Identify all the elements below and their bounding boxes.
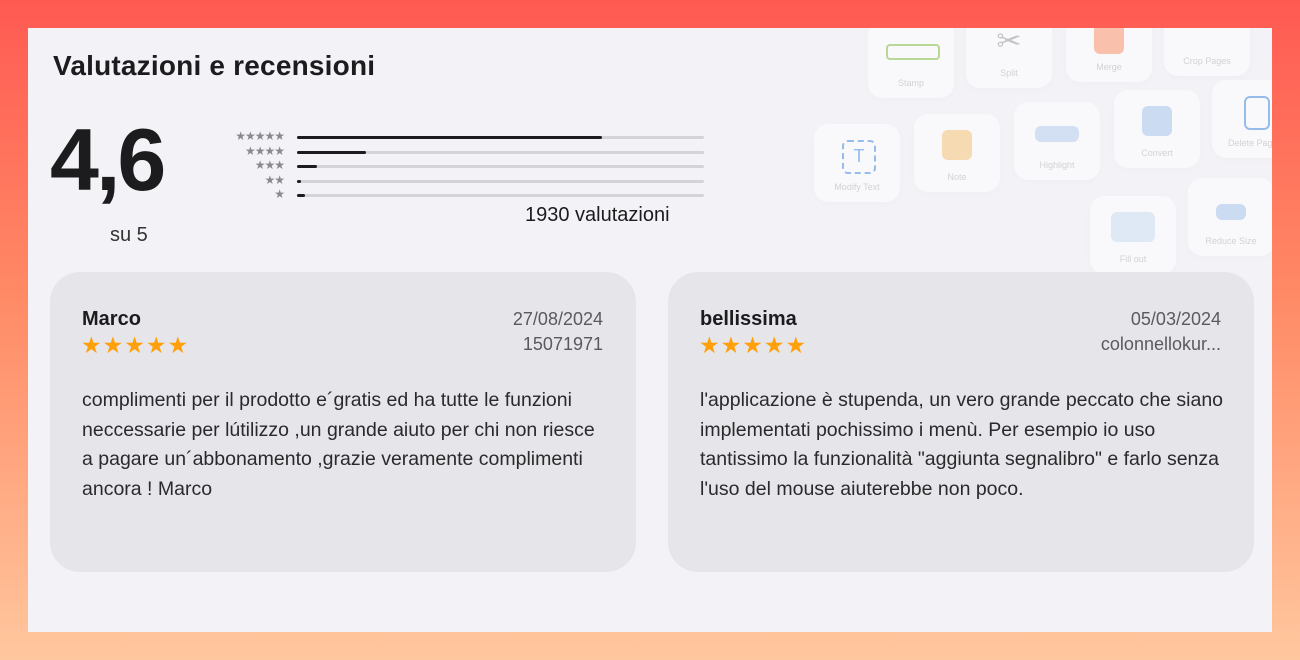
review-date: 05/03/2024 [1130, 309, 1221, 329]
four-star-icon: ★★★★ [244, 143, 285, 158]
feature-tiles-background: Stamp ✂ Split Merge Crop Pages T Modify … [808, 28, 1272, 278]
ratings-and-reviews-panel: Stamp ✂ Split Merge Crop Pages T Modify … [28, 28, 1272, 632]
tile-label: Fill out [1119, 254, 1147, 264]
one-star-icon: ★ [274, 187, 285, 201]
tile-merge: Merge [1066, 28, 1152, 82]
tile-label: Note [947, 172, 967, 182]
tile-label: Merge [1096, 62, 1122, 72]
tile-delete-pages: Delete Pages [1212, 80, 1272, 158]
tile-split: ✂ Split [966, 28, 1052, 88]
trash-icon [1244, 96, 1270, 130]
compress-icon [1216, 204, 1246, 220]
review-title: Marco [82, 308, 141, 330]
histogram-track [297, 165, 704, 168]
review-card[interactable]: bellissima ★★★★★ 05/03/2024 colonnelloku… [668, 272, 1254, 572]
review-title: bellissima [700, 308, 797, 330]
review-author: 15071971 [522, 334, 603, 354]
tile-stamp: Stamp [868, 28, 954, 98]
five-star-icon: ★★★★★ [235, 129, 285, 143]
tile-label: Reduce Size [1205, 236, 1257, 246]
review-stars-icon: ★★★★★ [699, 332, 808, 358]
tile-label: Crop Pages [1183, 56, 1231, 66]
histogram-row-1: ★ [214, 187, 704, 203]
rating-histogram: ★★★★★ ★★★★ ★★★ ★★ ★ [214, 129, 704, 203]
tile-label: Highlight [1039, 160, 1075, 170]
histogram-track [297, 179, 704, 183]
tile-modify-text: T Modify Text [814, 124, 900, 202]
tile-fill-out: Fill out [1090, 196, 1176, 274]
tile-note: Note [914, 114, 1000, 192]
histogram-fill [297, 136, 603, 139]
note-icon [942, 130, 972, 160]
histogram-track [297, 136, 704, 139]
tile-label: Split [1000, 68, 1018, 78]
tile-convert: Convert [1114, 90, 1200, 168]
tile-reduce-size: Reduce Size [1188, 178, 1272, 256]
convert-icon [1142, 106, 1172, 136]
histogram-track [297, 194, 704, 197]
two-star-icon: ★★ [264, 172, 284, 187]
review-date: 27/08/2024 [512, 309, 603, 329]
review-stars-icon: ★★★★★ [81, 332, 190, 358]
ratings-count: 1930 valutazioni [525, 204, 670, 226]
review-body: l'applicazione è stupenda, un vero grand… [700, 389, 1224, 500]
histogram-row-3: ★★★ [214, 158, 704, 174]
tile-highlight: Highlight [1014, 102, 1100, 180]
tile-label: Delete Pages [1227, 138, 1272, 148]
approved-stamp-icon [886, 44, 940, 60]
histogram-fill [297, 194, 306, 197]
tile-crop: Crop Pages [1164, 28, 1250, 76]
highlight-icon [1035, 126, 1079, 142]
histogram-fill [297, 150, 367, 154]
rating-scale-label: su 5 [110, 224, 148, 246]
histogram-track [297, 150, 704, 154]
review-card[interactable]: Marco ★★★★★ 27/08/2024 15071971 complime… [50, 272, 636, 572]
histogram-fill [297, 165, 318, 168]
form-icon [1111, 212, 1155, 242]
histogram-row-5: ★★★★★ [214, 129, 704, 145]
tile-label: Modify Text [834, 182, 880, 192]
text-edit-icon: T [842, 140, 876, 174]
histogram-row-2: ★★ [214, 172, 704, 189]
scissors-icon: ✂ [996, 28, 1022, 58]
review-author: colonnellokur... [1100, 334, 1221, 354]
review-body: complimenti per il prodotto e´gratis ed … [82, 389, 595, 500]
tile-label: Stamp [897, 78, 924, 88]
tile-label: Convert [1141, 148, 1173, 158]
histogram-fill [297, 179, 302, 183]
merge-icon [1094, 28, 1124, 54]
section-title: Valutazioni e recensioni [53, 50, 376, 81]
average-rating: 4,6 [50, 110, 166, 209]
three-star-icon: ★★★ [254, 158, 285, 172]
histogram-row-4: ★★★★ [214, 143, 704, 160]
